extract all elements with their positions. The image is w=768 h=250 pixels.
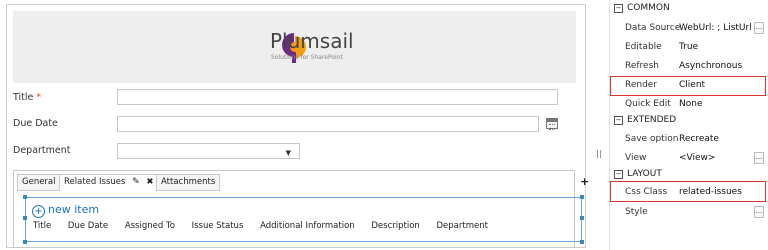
panel-splitter[interactable]: [597, 150, 601, 158]
ellipsis-button[interactable]: ...: [754, 22, 764, 34]
required-asterisk: *: [36, 92, 42, 103]
form-designer-canvas: Plumsail Solutions for SharePoint Title …: [0, 0, 589, 250]
css-class-highlight-box: [610, 181, 766, 202]
ellipsis-button[interactable]: ...: [754, 152, 764, 164]
ellipsis-button[interactable]: ...: [754, 206, 764, 218]
title-input[interactable]: [117, 89, 558, 105]
render-highlight-box: [610, 76, 766, 96]
column-header: Description: [371, 221, 420, 231]
title-label: Title *: [13, 92, 42, 103]
column-header: Additional Information: [260, 221, 355, 231]
properties-panel: − COMMON Data Source WebUrl: ; ListUrl ..…: [609, 0, 768, 250]
tab-attachments[interactable]: Attachments: [156, 174, 221, 191]
column-header: Issue Status: [191, 221, 244, 231]
property-row-save-option[interactable]: Save option Recreate: [610, 130, 768, 149]
column-header: Due Date: [67, 221, 109, 231]
resize-handle-icon[interactable]: [580, 216, 584, 220]
collapse-icon[interactable]: −: [614, 116, 623, 125]
logo-container[interactable]: Plumsail Solutions for SharePoint: [13, 11, 576, 83]
form-layout: Plumsail Solutions for SharePoint Title …: [6, 4, 589, 248]
department-select[interactable]: ▼: [117, 143, 300, 159]
new-item-link[interactable]: + new item: [32, 203, 99, 218]
resize-handle-icon[interactable]: [580, 240, 584, 244]
section-extended[interactable]: − EXTENDED: [614, 115, 676, 129]
column-header: Title: [33, 221, 52, 231]
column-header: Department: [436, 221, 488, 231]
due-date-input[interactable]: [117, 116, 539, 132]
section-common[interactable]: − COMMON: [614, 3, 670, 17]
resize-handle-icon[interactable]: [580, 195, 584, 199]
related-issues-list[interactable]: + new item Title Due Date Assigned To Iss…: [23, 195, 584, 244]
column-header: Assigned To: [124, 221, 175, 231]
tab-related-issues[interactable]: Related Issues ✎ ✖: [59, 174, 159, 191]
department-label: Department: [13, 145, 71, 156]
property-row-editable[interactable]: Editable True: [610, 38, 768, 57]
close-icon[interactable]: ✖: [146, 177, 153, 187]
pencil-icon[interactable]: ✎: [132, 177, 140, 187]
chevron-down-icon: ▼: [285, 149, 291, 157]
resize-handle-icon[interactable]: [23, 240, 27, 244]
property-row-data-source[interactable]: Data Source WebUrl: ; ListUrl ...: [610, 19, 768, 38]
due-date-label: Due Date: [13, 118, 58, 129]
resize-handle-icon[interactable]: [23, 195, 27, 199]
collapse-icon[interactable]: −: [614, 170, 623, 179]
add-tab-icon[interactable]: +: [580, 175, 589, 188]
property-row-quick-edit[interactable]: Quick Edit None: [610, 95, 768, 114]
property-row-view[interactable]: View <View> ...: [610, 149, 768, 168]
calendar-icon[interactable]: [546, 118, 558, 130]
collapse-icon[interactable]: −: [614, 4, 623, 13]
resize-handle-icon[interactable]: [23, 216, 27, 220]
add-circle-icon: +: [32, 205, 45, 218]
property-row-refresh[interactable]: Refresh Asynchronous: [610, 57, 768, 76]
list-column-headers: Title Due Date Assigned To Issue Status …: [33, 221, 502, 231]
logo-name: Plumsail: [270, 29, 354, 53]
logo-tagline: Solutions for SharePoint: [271, 54, 343, 61]
property-row-style[interactable]: Style ...: [610, 203, 768, 222]
tab-general[interactable]: General: [17, 174, 61, 191]
